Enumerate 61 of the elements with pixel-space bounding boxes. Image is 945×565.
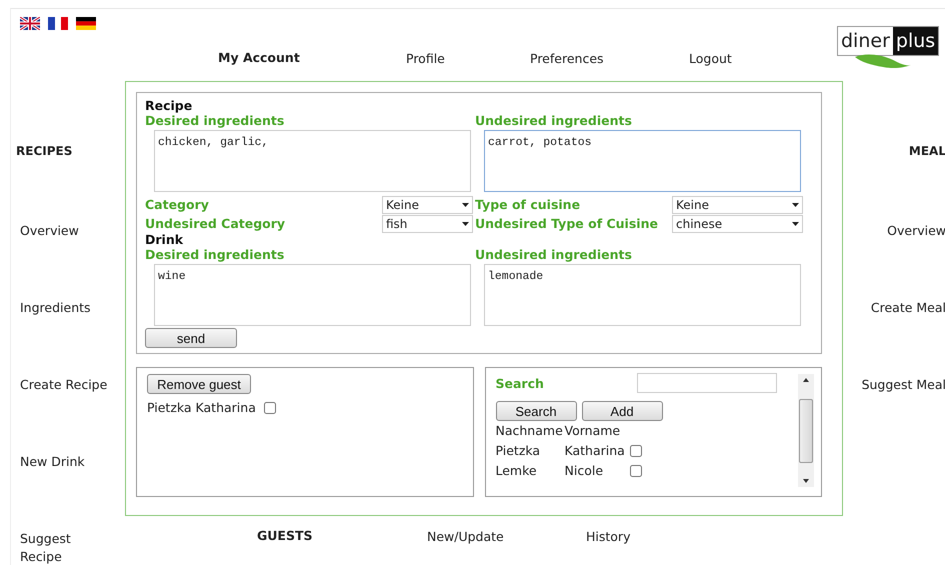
input-field[interactable]: chicken, garlic, [154,130,471,192]
search-button[interactable]: Search [496,401,576,421]
column-header: Nachname [496,423,564,438]
nav-link[interactable]: Logout [689,48,789,66]
sidebar-link[interactable]: Overview [20,222,110,299]
caret-icon [792,202,799,206]
caret-icon [462,202,469,206]
remove-guest-button[interactable]: Remove guest [147,374,251,394]
column-header: Vorname [564,423,620,438]
sidebar-link[interactable]: Ingredients [20,299,110,376]
uk-flag-icon[interactable] [20,17,40,30]
field-label: Undesired Type of Cuisine [475,216,658,231]
input-field[interactable]: carrot, potatos [484,130,801,192]
field-label: Undesired ingredients [475,113,633,128]
nav-link[interactable]: History [586,526,686,544]
nav-link[interactable]: New/Update [427,526,586,544]
select-field[interactable]: Keine [672,196,803,214]
sidebar-link[interactable]: Create Meal [870,299,945,376]
table-cell-text: Nicole [564,463,604,478]
search-field[interactable] [637,373,777,393]
nav-heading: My Account [218,50,301,64]
field-label: Undesired Category [145,216,286,231]
scrollbar[interactable] [798,374,814,487]
send-button[interactable]: send [145,328,237,348]
scroll-up-icon[interactable] [803,378,809,382]
nav-link[interactable]: Preferences [530,48,689,66]
guest-name: Pietzka Katharina [147,400,256,415]
caret-icon [792,222,799,226]
select-field[interactable]: chinese [672,214,803,232]
input-field[interactable]: wine [154,264,471,326]
table-cell-text: Katharina [564,443,626,458]
sidebar-link[interactable]: New Drink [20,453,110,530]
form-title: Recipe [145,99,194,113]
guest-checkbox[interactable] [630,444,642,456]
field-label: Type of cuisine [475,197,580,212]
add-button[interactable]: Add [582,401,662,421]
table-cell-text: Lemke [496,463,538,478]
france-flag-icon[interactable] [48,17,68,30]
select-field[interactable]: Keine [382,196,473,214]
select-field[interactable]: fish [382,214,473,232]
sidebar-link[interactable]: Suggest Recipe [20,530,110,565]
form-title: Drink [145,233,184,247]
leaf-icon [853,53,911,69]
caret-icon [462,222,469,226]
sidebar-link[interactable]: Suggest Meal [862,376,945,453]
field-label: Category [145,197,209,212]
logo: diner plus [837,26,940,56]
field-label: Desired ingredients [145,247,286,262]
guest-checkbox[interactable] [264,402,276,414]
germany-flag-icon[interactable] [76,17,96,30]
nav-link[interactable]: Profile [406,48,530,66]
section-heading: RECIPES [16,144,72,160]
search-label: Search [496,376,544,390]
field-label: Undesired ingredients [475,247,633,262]
sidebar-link[interactable]: Create Recipe [20,376,110,453]
guest-checkbox[interactable] [630,464,642,476]
field-label: Desired ingredients [145,113,286,128]
table-cell-text: Pietzka [496,443,542,458]
scroll-down-icon[interactable] [803,479,809,483]
input-field[interactable]: lemonade [484,264,801,326]
section-heading: GUESTS [257,528,314,542]
